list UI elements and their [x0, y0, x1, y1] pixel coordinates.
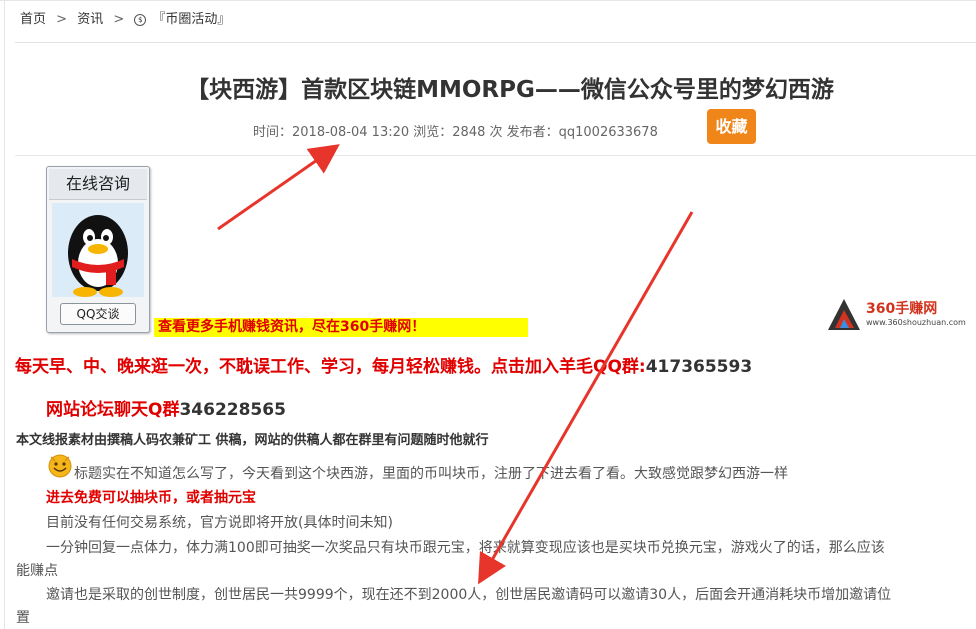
paragraph-intro: 标题实在不知道怎么写了，今天看到这个块西游，里面的币叫块币，注册了下进去看了看。…: [74, 466, 788, 482]
paragraph-stamina: 一分钟回复一点体力，体力满100即可抽奖一次奖品只有块币跟元宝，将来就算变现应该…: [46, 540, 885, 556]
breadcrumb-separator: >: [56, 12, 68, 27]
top-border: [0, 0, 976, 1]
breadcrumb-news[interactable]: 资讯: [77, 12, 103, 27]
coin-icon: $: [134, 14, 147, 26]
breadcrumb: 首页 > 资讯 > $ 『币圈活动』: [20, 8, 242, 27]
promo-banner-link[interactable]: 查看更多手机赚钱资讯，尽在360手赚网！: [154, 318, 528, 337]
paragraph-invite-cont: 置: [16, 610, 30, 626]
arrow-to-invite-count: [478, 211, 694, 585]
breadcrumb-category-label: 『币圈活动』: [152, 12, 231, 27]
qq-group-text: 每天早、中、晚来逛一次，不耽误工作、学习，每月轻松赚钱。点击加入羊毛QQ群:: [15, 357, 646, 377]
paragraph-stamina-cont: 能赚点: [16, 563, 58, 579]
forum-group-promo: 网站论坛聊天Q群346228565: [46, 395, 286, 420]
paragraph-trading: 目前没有任何交易系统，官方说即将开放(具体时间未知): [46, 515, 393, 531]
breadcrumb-separator: >: [113, 12, 125, 27]
favorite-button[interactable]: 收藏: [707, 109, 756, 144]
qq-group-promo[interactable]: 每天早、中、晚来逛一次，不耽误工作、学习，每月轻松赚钱。点击加入羊毛QQ群:41…: [15, 352, 752, 377]
qq-widget-header: 在线咨询: [49, 169, 147, 200]
qq-consult-widget[interactable]: 在线咨询 QQ交谈: [46, 166, 150, 333]
logo-url: www.360shouzhuan.com: [866, 318, 966, 327]
meta-divider: [15, 155, 976, 156]
header-divider: [15, 42, 976, 43]
article-meta: 时间：2018-08-04 13:20 浏览：2848 次 发布者：qq1002…: [253, 125, 658, 140]
breadcrumb-home[interactable]: 首页: [20, 12, 46, 27]
forum-group-text: 网站论坛聊天Q群: [46, 400, 180, 420]
paragraph-invite: 邀请也是采取的创世制度，创世居民一共9999个，现在还不到2000人，创世居民邀…: [46, 587, 892, 603]
logo-name: 360手赚网: [866, 301, 938, 317]
arrow-to-date: [217, 144, 340, 231]
smiley-emoji-icon: [46, 452, 74, 478]
highlight-subtitle: 进去免费可以抽块币，或者抽元宝: [46, 490, 256, 506]
page-title: 【块西游】首款区块链MMORPG——微信公众号里的梦幻西游: [186, 77, 834, 103]
qq-group-number: 417365593: [645, 357, 753, 377]
source-note: 本文线报素材由撰稿人码农兼矿工 供稿，网站的供稿人都在群里有问题随时他就行: [16, 433, 489, 448]
qq-chat-button[interactable]: QQ交谈: [60, 303, 136, 325]
forum-group-number: 346228565: [179, 400, 286, 420]
breadcrumb-category[interactable]: $ 『币圈活动』: [134, 12, 236, 27]
qq-penguin-icon: [52, 203, 144, 297]
360-triangle-logo-icon: [828, 299, 860, 330]
site-logo[interactable]: 360手赚网 www.360shouzhuan.com: [826, 296, 976, 332]
